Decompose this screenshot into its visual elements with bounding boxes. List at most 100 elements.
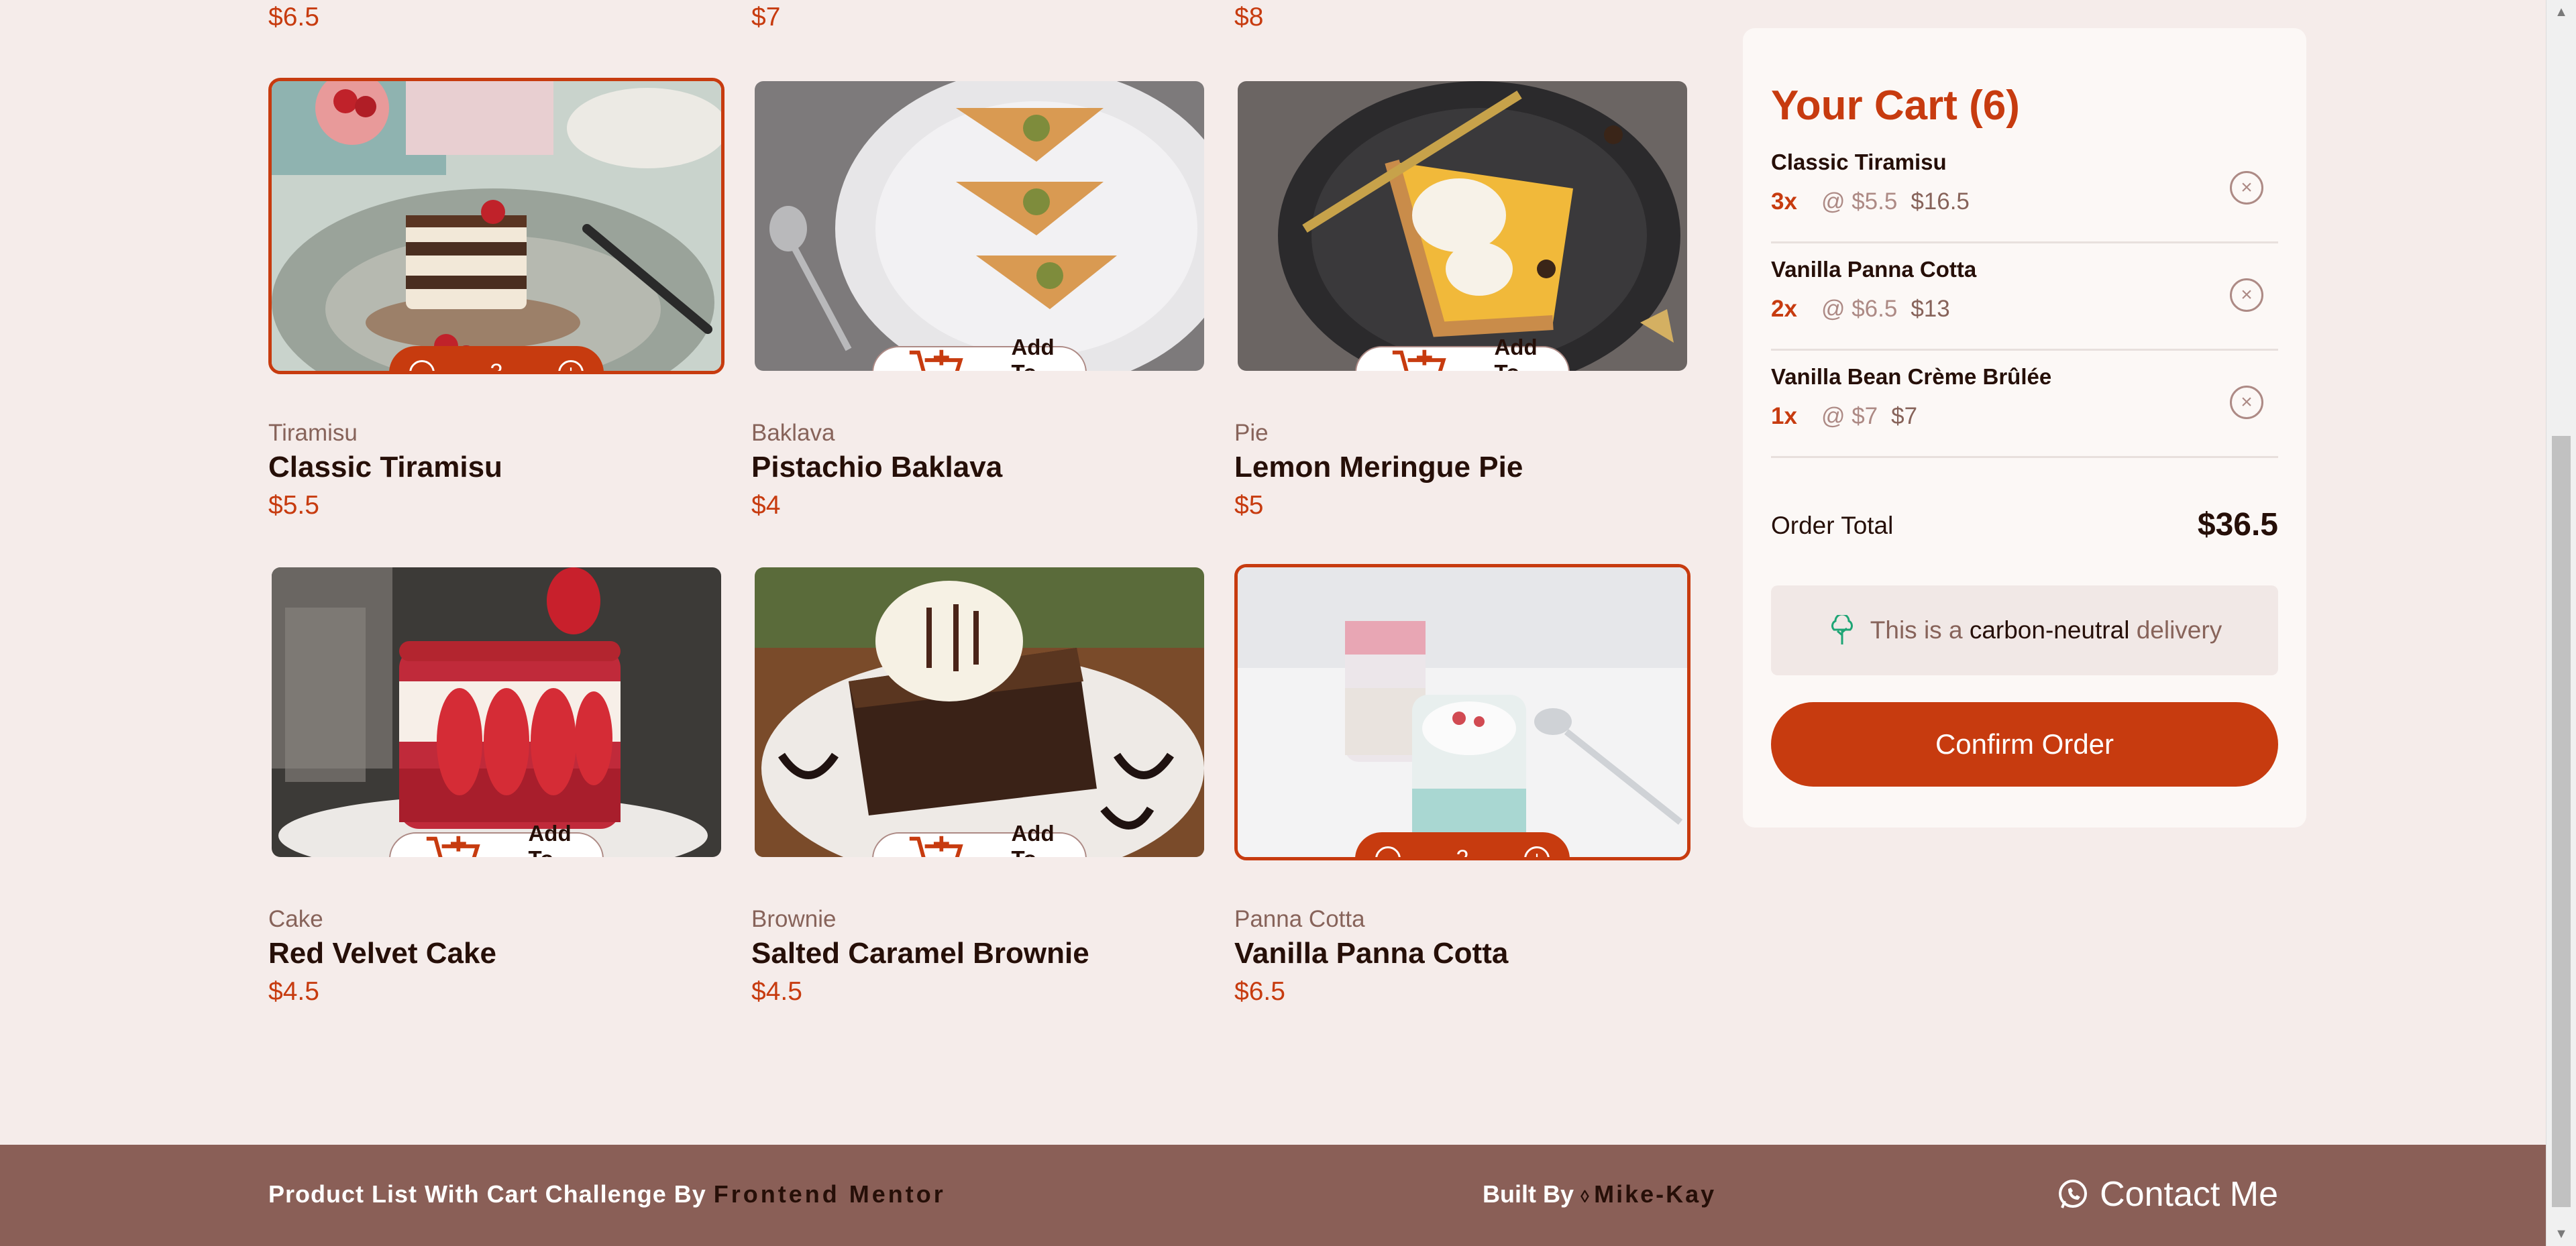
cart-item-qty: 2x xyxy=(1771,296,1797,322)
cart-item-name: Vanilla Bean Crème Brûlée xyxy=(1771,364,2052,389)
product-price: $7 xyxy=(751,3,781,32)
order-total-label: Order Total xyxy=(1771,512,1894,539)
order-total-value: $36.5 xyxy=(2197,507,2278,543)
add-to-cart-label: Add To Cart xyxy=(1011,821,1055,860)
cart-title: Your Cart (6) xyxy=(1771,82,2020,129)
product-category: Panna Cotta xyxy=(1234,906,1365,932)
tree-icon xyxy=(1831,615,1853,644)
carbon-suffix: delivery xyxy=(2136,616,2222,644)
increment-icon[interactable]: + xyxy=(558,360,584,371)
product-category: Baklava xyxy=(751,420,835,446)
cart-item-unit-price: @ $5.5 xyxy=(1821,188,1898,215)
product-image: − 2 + xyxy=(1234,564,1690,860)
product-name: Vanilla Panna Cotta xyxy=(1234,937,1509,970)
built-by-label: Built By xyxy=(1483,1180,1574,1208)
footer-credit: Product List With Cart Challenge By Fron… xyxy=(268,1180,946,1208)
cart-item-details: 2x @ $6.5 $13 xyxy=(1771,296,1950,323)
product-image: Add To Cart xyxy=(268,564,724,860)
product-price: $4 xyxy=(751,491,781,520)
contact-me-label: Contact Me xyxy=(2100,1175,2278,1214)
product-card-pie: Add To Cart Pie Lemon Meringue Pie $5 xyxy=(1234,78,1687,520)
author-link[interactable]: Mike-Kay xyxy=(1594,1180,1716,1208)
confirm-order-button[interactable]: Confirm Order xyxy=(1771,702,2278,787)
product-price: $8 xyxy=(1234,3,1264,32)
decrement-icon[interactable]: − xyxy=(1375,846,1401,857)
remove-item-icon[interactable]: × xyxy=(2230,278,2263,312)
product-price: $5.5 xyxy=(268,491,319,520)
product-category: Cake xyxy=(268,906,323,932)
product-price: $6.5 xyxy=(268,3,319,32)
cart-item-name: Classic Tiramisu xyxy=(1771,150,1947,174)
product-card-baklava: Add To Cart Baklava Pistachio Baklava $4 xyxy=(751,78,1204,520)
quantity-stepper[interactable]: − 2 + xyxy=(1355,832,1570,860)
add-to-cart-label: Add To Cart xyxy=(528,821,572,860)
product-card-tiramisu: − 3 + Tiramisu Classic Tiramisu $5.5 xyxy=(268,78,724,520)
product-category: Pie xyxy=(1234,420,1269,446)
product-image: Add To Cart xyxy=(1234,78,1690,374)
carbon-text: This is a carbon-neutral delivery xyxy=(1870,616,2222,644)
product-image: − 3 + xyxy=(268,78,724,374)
cart-item: Classic Tiramisu 3x @ $5.5 $16.5 × xyxy=(1771,136,2278,243)
cart-panel: Your Cart (6) Classic Tiramisu 3x @ $5.5 $… xyxy=(1743,28,2306,828)
footer-credit-text: Product List With Cart Challenge By xyxy=(268,1180,706,1208)
cart-item-details: 1x @ $7 $7 xyxy=(1771,403,1917,430)
product-price: $5 xyxy=(1234,491,1264,520)
footer-built-by: Built By ◊ Mike-Kay xyxy=(1483,1180,1716,1208)
cart-item: Vanilla Bean Crème Brûlée 1x @ $7 $7 × xyxy=(1771,351,2278,458)
remove-item-icon[interactable]: × xyxy=(2230,386,2263,419)
cart-item-name: Vanilla Panna Cotta xyxy=(1771,257,1977,282)
product-price: $6.5 xyxy=(1234,977,1285,1006)
add-to-cart-button[interactable]: Add To Cart xyxy=(872,335,1087,371)
quantity-value: 3 xyxy=(490,359,503,374)
product-price: $4.5 xyxy=(268,977,319,1006)
carbon-prefix: This is a xyxy=(1870,616,1963,644)
contact-me-link[interactable]: Contact Me xyxy=(2057,1174,2278,1214)
product-name: Pistachio Baklava xyxy=(751,451,1003,484)
remove-item-icon[interactable]: × xyxy=(2230,171,2263,205)
scrollbar-thumb[interactable] xyxy=(2552,436,2571,1207)
whatsapp-icon xyxy=(2059,1180,2088,1208)
product-category: Tiramisu xyxy=(268,420,358,446)
footer: Product List With Cart Challenge By Fron… xyxy=(0,1145,2546,1246)
product-name: Classic Tiramisu xyxy=(268,451,502,484)
cart-item-total: $7 xyxy=(1891,403,1918,429)
product-image: Add To Cart xyxy=(751,78,1208,374)
add-to-cart-button[interactable]: Add To Cart xyxy=(389,821,604,857)
cart-item: Vanilla Panna Cotta 2x @ $6.5 $13 × xyxy=(1771,243,2278,351)
increment-icon[interactable]: + xyxy=(1524,846,1550,857)
cart-add-icon xyxy=(909,836,963,857)
add-to-cart-button[interactable]: Add To Cart xyxy=(872,821,1087,857)
product-category: Brownie xyxy=(751,906,837,932)
cart-item-total: $13 xyxy=(1911,296,1950,322)
cart-add-icon xyxy=(909,349,963,371)
product-price: $4.5 xyxy=(751,977,802,1006)
cart-item-details: 3x @ $5.5 $16.5 xyxy=(1771,188,1970,215)
product-name: Lemon Meringue Pie xyxy=(1234,451,1523,484)
carbon-bold: carbon-neutral xyxy=(1969,616,2130,644)
scroll-up-icon[interactable]: ▲ xyxy=(2546,0,2576,24)
add-to-cart-button[interactable]: Add To Cart xyxy=(1355,335,1570,371)
vertical-scrollbar[interactable]: ▲ ▼ xyxy=(2546,0,2576,1246)
cart-add-icon xyxy=(1392,349,1446,371)
quantity-value: 2 xyxy=(1456,846,1469,860)
quantity-stepper[interactable]: − 3 + xyxy=(389,346,604,374)
cart-item-total: $16.5 xyxy=(1911,188,1970,215)
cart-item-unit-price: @ $7 xyxy=(1821,403,1878,429)
cart-item-qty: 3x xyxy=(1771,188,1797,215)
frontend-mentor-link[interactable]: Frontend Mentor xyxy=(714,1180,946,1208)
scroll-down-icon[interactable]: ▼ xyxy=(2546,1222,2576,1246)
diamond-icon: ◊ xyxy=(1580,1186,1595,1206)
cart-item-unit-price: @ $6.5 xyxy=(1821,296,1898,322)
decrement-icon[interactable]: − xyxy=(409,360,435,371)
product-card-cake: Add To Cart Cake Red Velvet Cake $4.5 xyxy=(268,564,721,1007)
carbon-neutral-notice: This is a carbon-neutral delivery xyxy=(1771,585,2278,675)
product-card-brownie: Add To Cart Brownie Salted Caramel Brown… xyxy=(751,564,1204,1007)
product-card-panna-cotta: − 2 + Panna Cotta Vanilla Panna Cotta $6… xyxy=(1234,564,1690,1007)
order-total: Order Total $36.5 xyxy=(1771,458,2278,585)
add-to-cart-label: Add To Cart xyxy=(1011,335,1055,374)
cart-add-icon xyxy=(426,836,480,857)
product-name: Red Velvet Cake xyxy=(268,937,496,970)
add-to-cart-label: Add To Cart xyxy=(1494,335,1538,374)
product-image: Add To Cart xyxy=(751,564,1208,860)
product-page: $6.5 $7 $8 − 3 + Tiramisu Classic Tirami… xyxy=(0,0,2546,1246)
